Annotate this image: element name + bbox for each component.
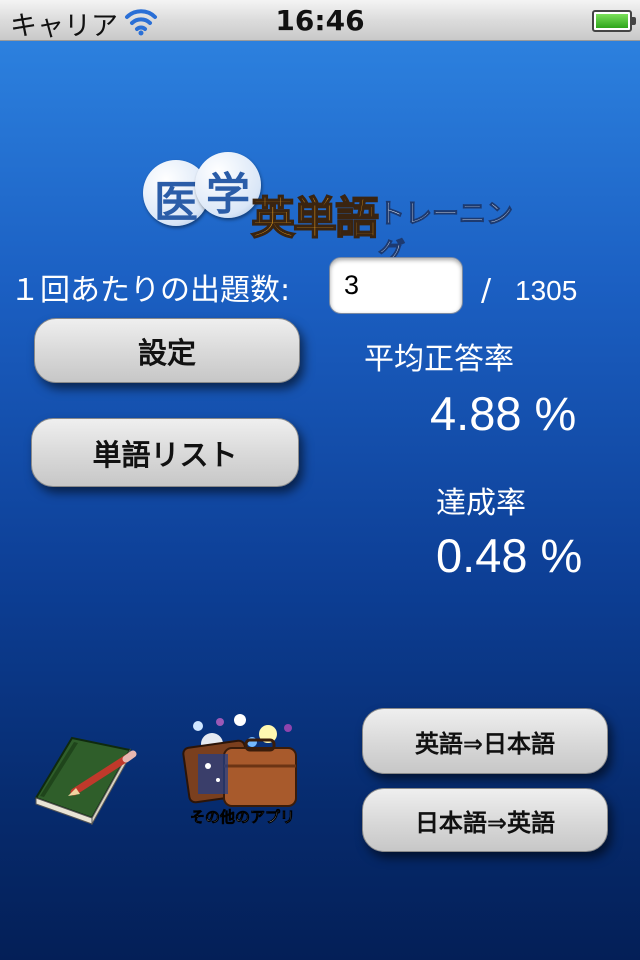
settings-button[interactable]: 設定	[34, 318, 300, 383]
other-apps-label: その他のアプリ	[189, 808, 296, 827]
logo-main-text: 英単語	[250, 192, 380, 245]
english-to-japanese-button[interactable]: 英語⇒日本語	[362, 708, 608, 774]
questions-separator: /	[481, 273, 492, 308]
questions-per-round-label: １回あたりの出題数:	[10, 273, 291, 308]
notebook-pencil-icon[interactable]	[30, 730, 140, 825]
status-bar: キャリア 16:46	[0, 0, 640, 42]
average-accuracy-value: 4.88 %	[430, 387, 577, 440]
questions-per-round-input[interactable]	[329, 257, 463, 314]
word-list-button[interactable]: 単語リスト	[31, 418, 299, 487]
battery-icon	[592, 10, 636, 32]
achievement-rate-label: 達成率	[436, 486, 526, 521]
total-questions-count: 1305	[515, 275, 578, 306]
average-accuracy-label: 平均正答率	[364, 342, 514, 377]
achievement-rate-value: 0.48 %	[436, 529, 583, 582]
japanese-to-english-button[interactable]: 日本語⇒英語	[362, 788, 608, 852]
app-logo: 医 学 英単語 トレーニング	[143, 152, 523, 270]
clock: 16:46	[275, 4, 365, 37]
